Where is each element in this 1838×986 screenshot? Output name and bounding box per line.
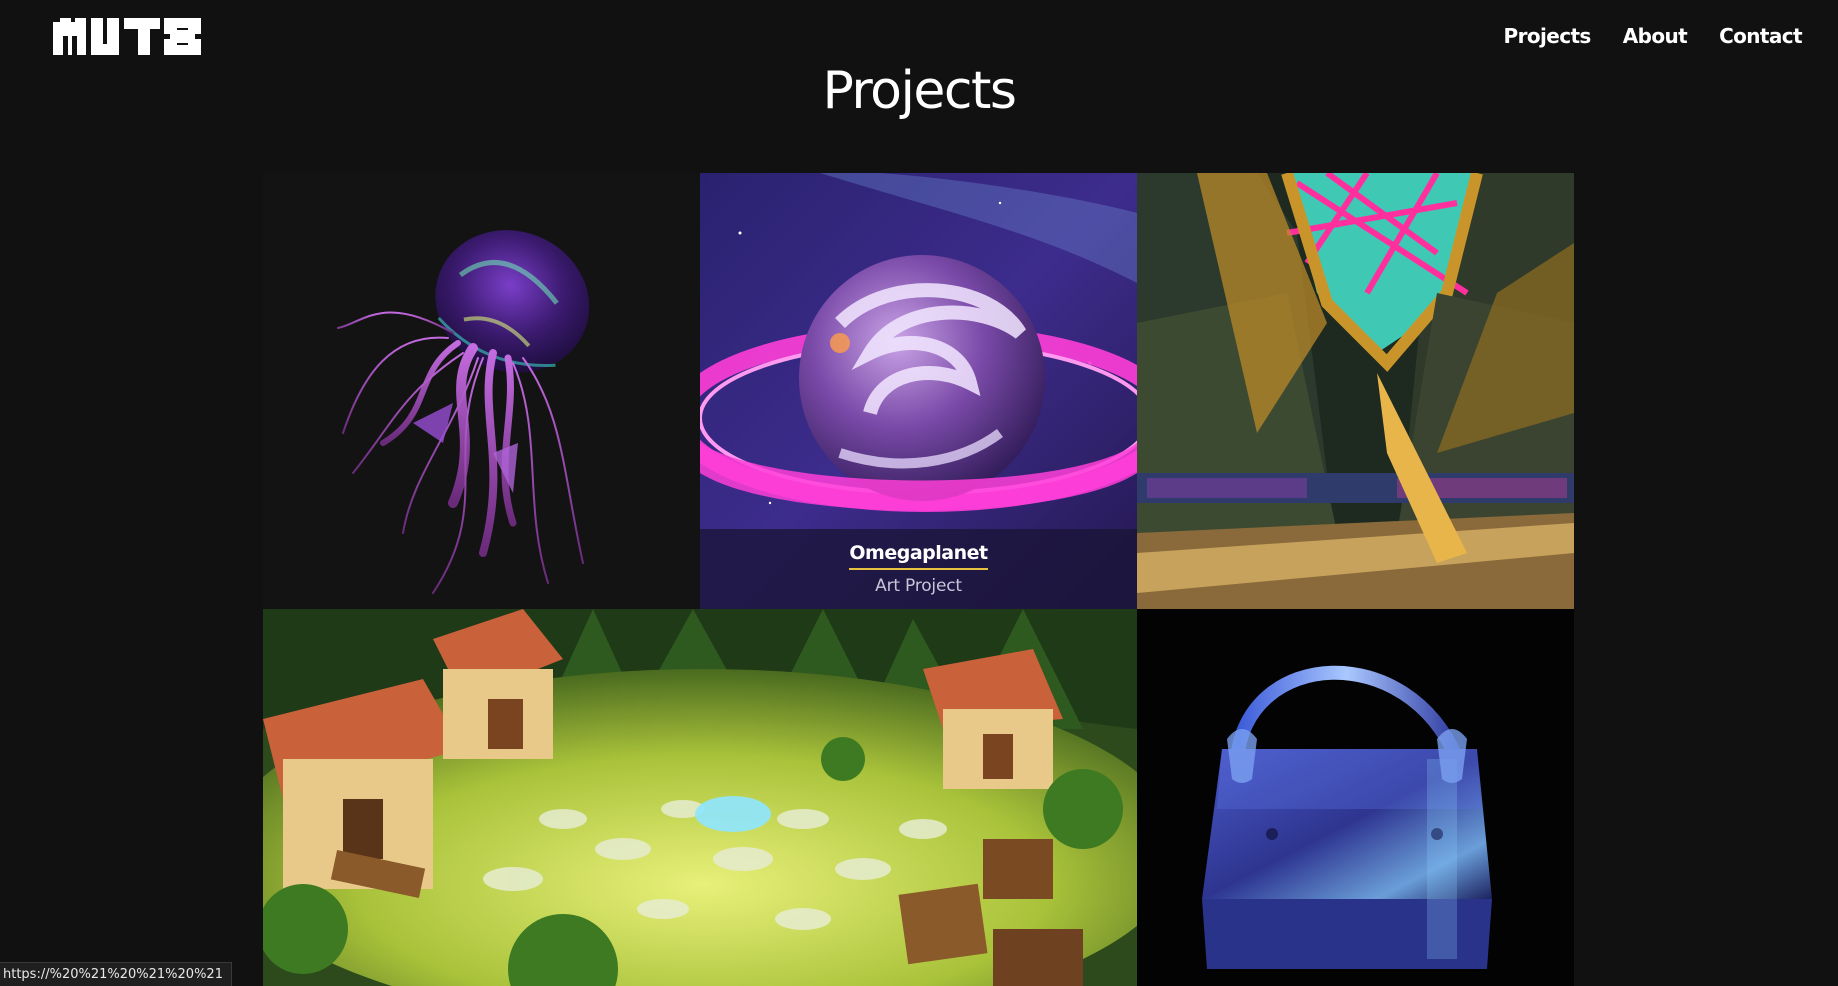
nav-contact[interactable]: Contact: [1719, 22, 1803, 50]
status-url: https://%20%21%20%21%20%21: [0, 962, 232, 986]
interior-image: [1137, 173, 1574, 609]
page: Projects About Contact Projects Omegapla…: [0, 0, 1838, 986]
project-card-omegaplanet[interactable]: Omegaplanet Art Project: [700, 173, 1137, 609]
village-image: [263, 609, 1137, 986]
handbag-image: [1202, 665, 1492, 969]
site-logo[interactable]: [53, 18, 205, 55]
project-card-interior[interactable]: [1137, 173, 1574, 609]
nav-projects[interactable]: Projects: [1504, 22, 1592, 50]
page-title: Projects: [822, 61, 1017, 121]
nav-about[interactable]: About: [1623, 22, 1688, 50]
project-card-handbag[interactable]: [1137, 609, 1574, 986]
main-nav: Projects About Contact: [1504, 22, 1803, 50]
jellyfish-image: [337, 230, 590, 594]
project-title: Omegaplanet: [849, 541, 988, 570]
project-caption: Omegaplanet Art Project: [700, 529, 1137, 609]
logo-icon: [53, 18, 201, 55]
project-category: Art Project: [875, 576, 962, 596]
project-card-village[interactable]: [263, 609, 1137, 986]
project-card-jellyfish[interactable]: [263, 173, 700, 609]
